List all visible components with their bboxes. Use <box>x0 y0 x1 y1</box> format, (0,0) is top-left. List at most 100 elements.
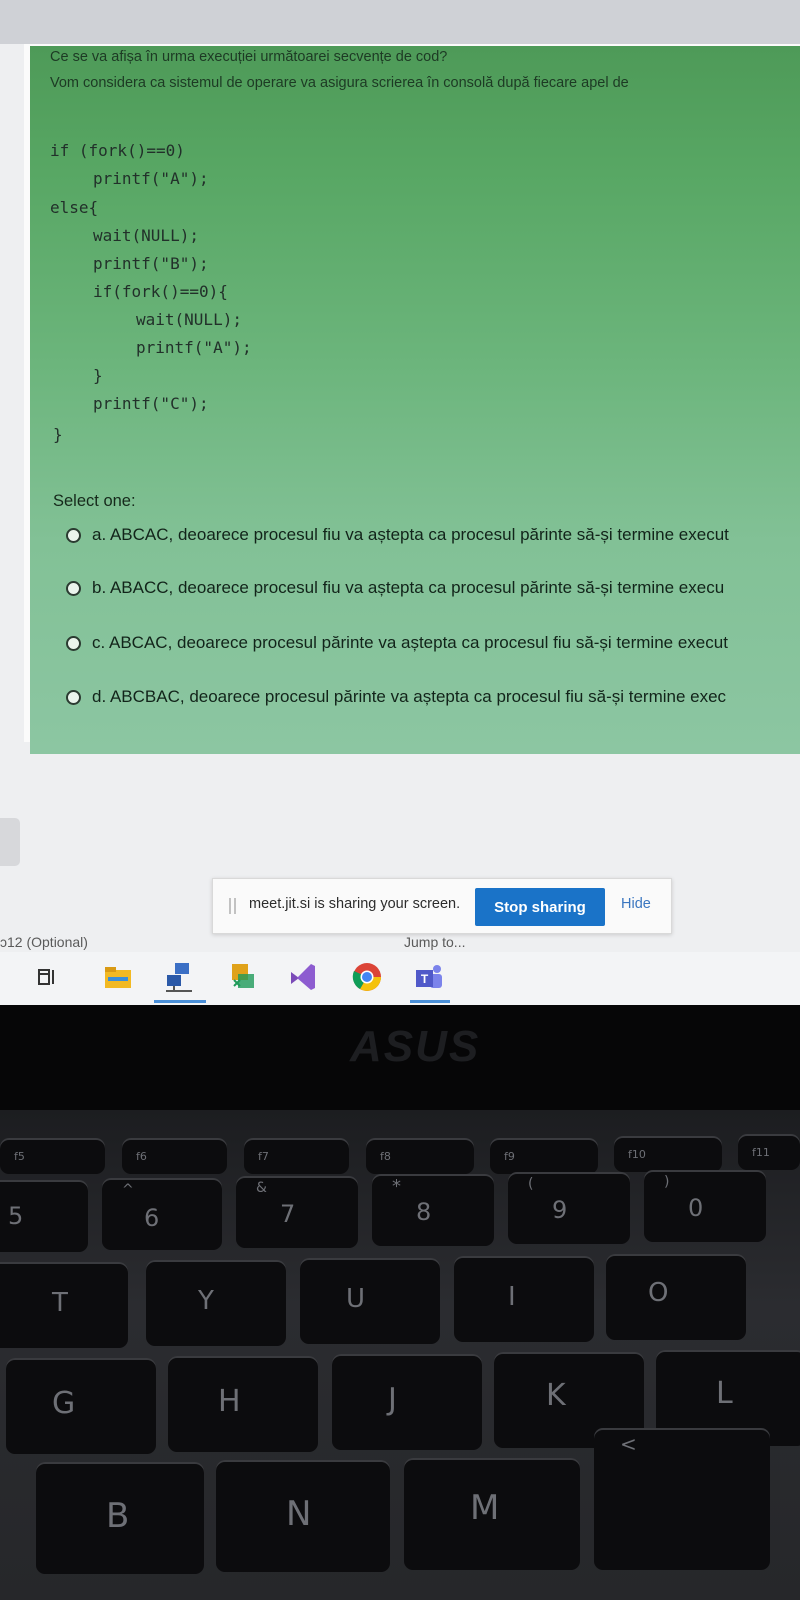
key-5[interactable]: 5 <box>0 1180 88 1252</box>
hide-button[interactable]: Hide <box>621 896 651 912</box>
screen-top-bar <box>0 0 800 44</box>
brand-logo: ASUS <box>350 1022 481 1071</box>
question-text: Ce se va afișa în urma execuției următoa… <box>50 49 448 65</box>
key-label: 7 <box>280 1200 296 1228</box>
code-line: } <box>53 425 63 444</box>
key-label: ( <box>528 1176 534 1192</box>
key-f5[interactable]: f5 <box>0 1138 105 1174</box>
key-9[interactable]: ( 9 <box>508 1172 630 1244</box>
code-line: else{ <box>50 198 99 217</box>
key-j[interactable]: J <box>332 1354 482 1450</box>
key-label: O <box>648 1278 669 1308</box>
visual-studio-icon[interactable] <box>285 960 319 994</box>
key-f10[interactable]: f10 <box>614 1136 722 1172</box>
key-f11[interactable]: f11 <box>738 1134 800 1170</box>
key-label: J <box>388 1382 397 1417</box>
key-label: G <box>52 1386 76 1421</box>
code-line: wait(NULL); <box>136 310 242 329</box>
question-note: Vom considera ca sistemul de operare va … <box>50 75 629 91</box>
key-label: K <box>546 1378 566 1413</box>
key-f7[interactable]: f7 <box>244 1138 349 1174</box>
key-g[interactable]: G <box>6 1358 156 1454</box>
key-label: ^ <box>122 1182 134 1198</box>
taskbar: T <box>0 952 800 1005</box>
answer-option-c[interactable]: c. ABCAC, deoarece procesul părinte va a… <box>66 630 728 656</box>
answer-option-d[interactable]: d. ABCBAC, deoarece procesul părinte va … <box>66 684 726 710</box>
key-m[interactable]: M <box>404 1458 580 1570</box>
key-label: 8 <box>416 1198 432 1226</box>
key-label: & <box>256 1180 267 1196</box>
file-explorer-icon[interactable] <box>101 960 135 994</box>
radio-button[interactable] <box>66 580 81 596</box>
select-one-label: Select one: <box>53 492 136 510</box>
key-label: M <box>470 1488 500 1528</box>
keyboard: f5 f6 f7 f8 f9 f10 f11 5 ^ 6 & 7 * 8 ( 9… <box>0 1110 800 1600</box>
key-label: Y <box>198 1286 214 1316</box>
key-label: U <box>346 1284 366 1314</box>
key-t[interactable]: T <box>0 1262 128 1348</box>
answer-option-a[interactable]: a. ABCAC, deoarece procesul fiu va aștep… <box>66 522 729 548</box>
key-label: * <box>392 1176 401 1197</box>
jump-to-link[interactable]: Jump to... <box>404 934 465 950</box>
key-label: B <box>106 1496 130 1536</box>
key-y[interactable]: Y <box>146 1260 286 1346</box>
key-label: f5 <box>14 1150 25 1163</box>
code-line: printf("B"); <box>93 254 209 273</box>
key-8[interactable]: * 8 <box>372 1174 494 1246</box>
key-u[interactable]: U <box>300 1258 440 1344</box>
code-line: } <box>93 366 103 385</box>
laptop-screen: Ce se va afișa în urma execuției următoa… <box>0 0 800 1005</box>
answer-option-label: c. ABCAC, deoarece procesul părinte va a… <box>92 633 728 652</box>
key-o[interactable]: O <box>606 1254 746 1340</box>
key-label: f9 <box>504 1150 515 1163</box>
drawer-toggle[interactable] <box>0 818 20 866</box>
key-f8[interactable]: f8 <box>366 1138 474 1174</box>
code-line: wait(NULL); <box>93 226 199 245</box>
key-label: 9 <box>552 1196 568 1224</box>
drag-handle-icon[interactable] <box>229 898 236 914</box>
key-label: L <box>716 1376 733 1411</box>
key-7[interactable]: & 7 <box>236 1176 358 1248</box>
key-f9[interactable]: f9 <box>490 1138 598 1174</box>
key-label: f6 <box>136 1150 147 1163</box>
chrome-icon[interactable] <box>350 960 384 994</box>
network-app-icon[interactable] <box>162 960 196 994</box>
key-label: N <box>286 1494 312 1534</box>
key-h[interactable]: H <box>168 1356 318 1452</box>
answer-option-b[interactable]: b. ABACC, deoarece procesul fiu va aștep… <box>66 575 724 601</box>
key-label: f7 <box>258 1150 269 1163</box>
key-label: f11 <box>752 1146 770 1159</box>
stop-sharing-button[interactable]: Stop sharing <box>475 888 605 926</box>
key-label: < <box>620 1432 637 1456</box>
key-n[interactable]: N <box>216 1460 390 1572</box>
key-b[interactable]: B <box>36 1462 204 1574</box>
task-view-icon[interactable] <box>30 960 64 994</box>
teams-icon[interactable]: T <box>412 960 446 994</box>
key-label: 0 <box>688 1194 704 1222</box>
page-fragment-left: ɔ12 (Optional) <box>0 934 88 950</box>
key-label: f10 <box>628 1148 646 1161</box>
key-comma[interactable]: < <box>594 1428 770 1570</box>
code-editor-icon[interactable] <box>226 960 260 994</box>
answer-option-label: b. ABACC, deoarece procesul fiu va aștep… <box>92 578 725 597</box>
key-label: H <box>218 1384 241 1419</box>
code-line: if (fork()==0) <box>50 141 185 160</box>
code-line: printf("C"); <box>93 394 209 413</box>
key-f6[interactable]: f6 <box>122 1138 227 1174</box>
radio-button[interactable] <box>66 527 81 543</box>
key-label: ) <box>664 1174 670 1190</box>
radio-button[interactable] <box>66 635 81 651</box>
key-i[interactable]: I <box>454 1256 594 1342</box>
key-6[interactable]: ^ 6 <box>102 1178 222 1250</box>
radio-button[interactable] <box>66 689 81 705</box>
code-line: printf("A"); <box>93 169 209 188</box>
code-line: printf("A"); <box>136 338 252 357</box>
answer-option-label: a. ABCAC, deoarece procesul fiu va aștep… <box>92 525 729 544</box>
key-0[interactable]: ) 0 <box>644 1170 766 1242</box>
share-message: meet.jit.si is sharing your screen. <box>249 896 461 912</box>
key-label: 6 <box>144 1204 160 1232</box>
code-line: if(fork()==0){ <box>93 282 228 301</box>
key-label: f8 <box>380 1150 391 1163</box>
svg-text:T: T <box>421 972 429 986</box>
answer-option-label: d. ABCBAC, deoarece procesul părinte va … <box>92 687 727 706</box>
